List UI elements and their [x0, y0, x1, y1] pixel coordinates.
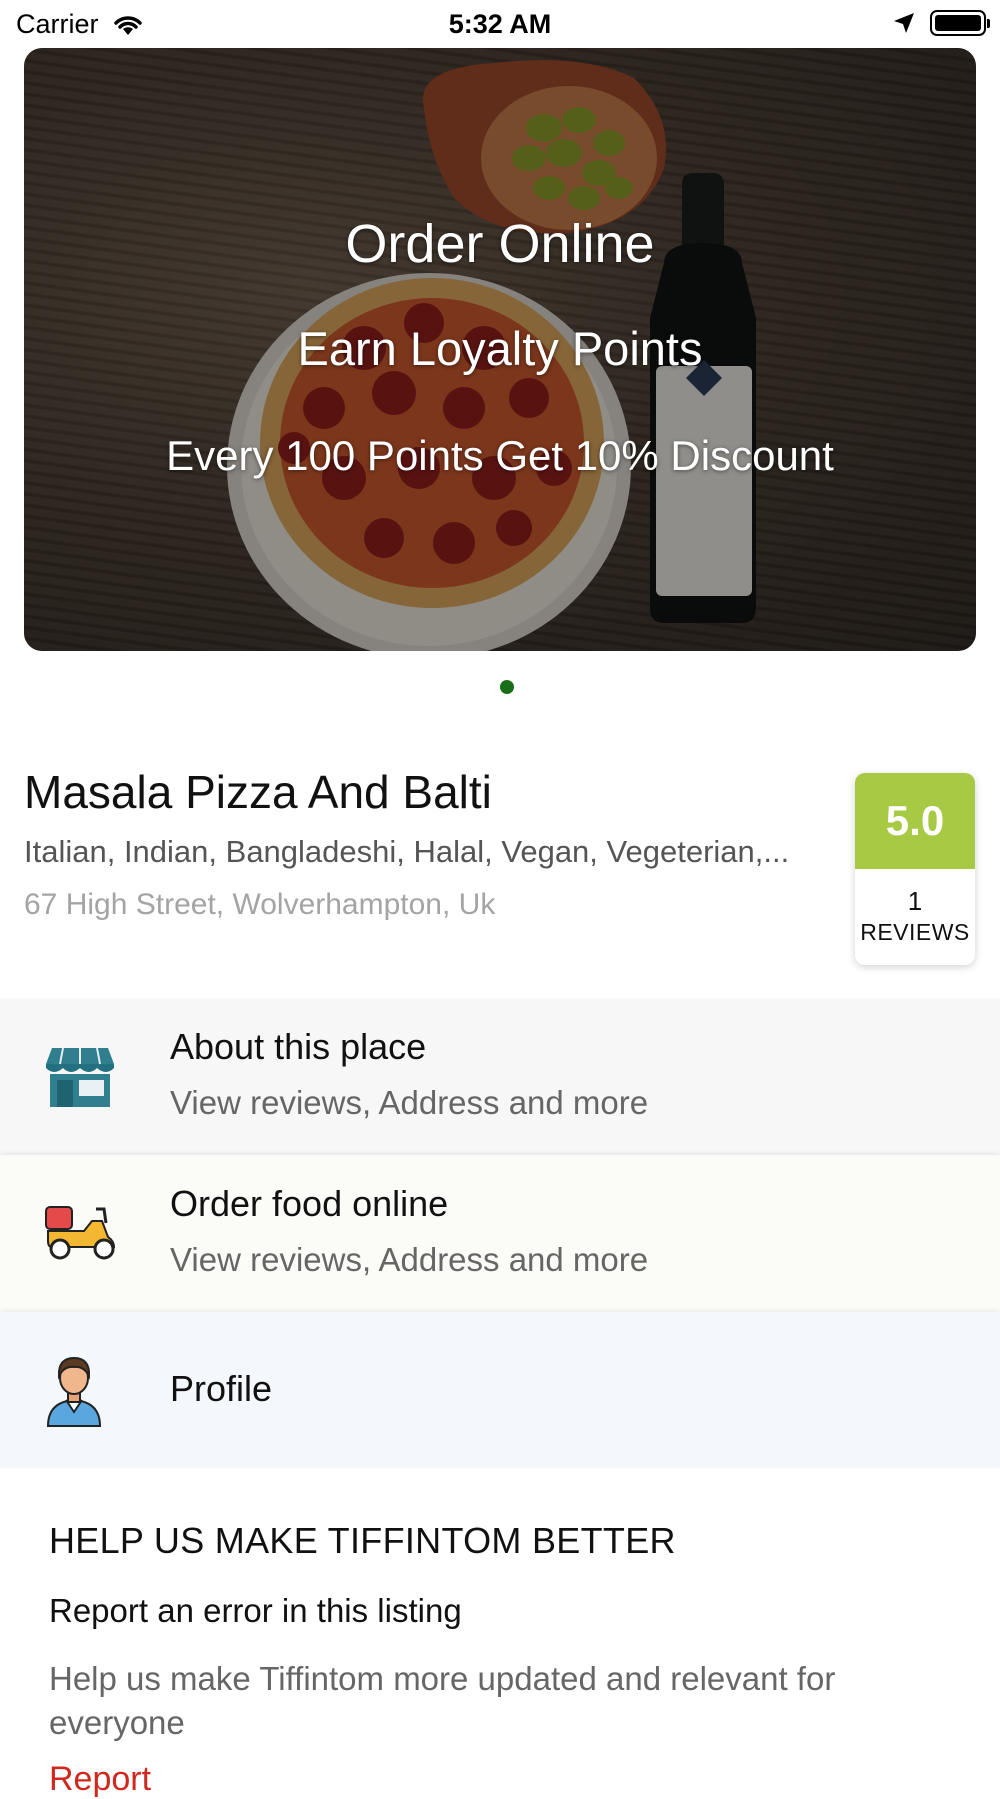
- review-label: REVIEWS: [860, 919, 970, 945]
- delivery-scooter-icon: [45, 1206, 116, 1260]
- order-food-title: Order food online: [170, 1183, 449, 1224]
- about-place-subtitle: View reviews, Address and more: [170, 1084, 649, 1121]
- review-count: 1: [907, 886, 923, 916]
- profile-title: Profile: [170, 1368, 273, 1409]
- banner-subheadline: Earn Loyalty Points: [297, 322, 703, 375]
- profile-row[interactable]: Profile: [0, 1312, 1000, 1468]
- storefront-icon: [46, 1047, 114, 1107]
- banner-offer-text: Every 100 Points Get 10% Discount: [166, 432, 834, 479]
- restaurant-address: 67 High Street, Wolverhampton, Uk: [24, 888, 496, 921]
- user-avatar-icon: [46, 1356, 102, 1427]
- carousel-page-indicator: [500, 680, 514, 694]
- help-description: Help us make Tiffintom more updated and …: [49, 1660, 836, 1741]
- order-food-row[interactable]: Order food online View reviews, Address …: [0, 1155, 1000, 1312]
- report-error-heading: Report an error in this listing: [49, 1592, 462, 1629]
- restaurant-cuisines: Italian, Indian, Bangladeshi, Halal, Veg…: [24, 834, 790, 869]
- location-arrow-icon: [894, 13, 914, 33]
- battery-icon: [930, 10, 990, 36]
- status-time: 5:32 AM: [448, 9, 552, 39]
- order-food-subtitle: View reviews, Address and more: [170, 1241, 649, 1278]
- status-right-icons: [892, 10, 990, 36]
- restaurant-name: Masala Pizza And Balti: [24, 766, 492, 818]
- banner-headline: Order Online: [345, 214, 655, 274]
- rating-card[interactable]: 5.0 1 REVIEWS: [855, 773, 975, 965]
- status-bar: Carrier 5:32 AM: [0, 0, 1000, 48]
- help-section-title: HELP US MAKE TIFFINTOM BETTER: [49, 1520, 676, 1561]
- rating-score: 5.0: [855, 773, 975, 869]
- report-link[interactable]: Report: [49, 1760, 151, 1799]
- about-place-row[interactable]: About this place View reviews, Address a…: [0, 998, 1000, 1155]
- promo-banner[interactable]: Order Online Earn Loyalty Points Every 1…: [24, 48, 976, 651]
- about-place-title: About this place: [170, 1026, 427, 1067]
